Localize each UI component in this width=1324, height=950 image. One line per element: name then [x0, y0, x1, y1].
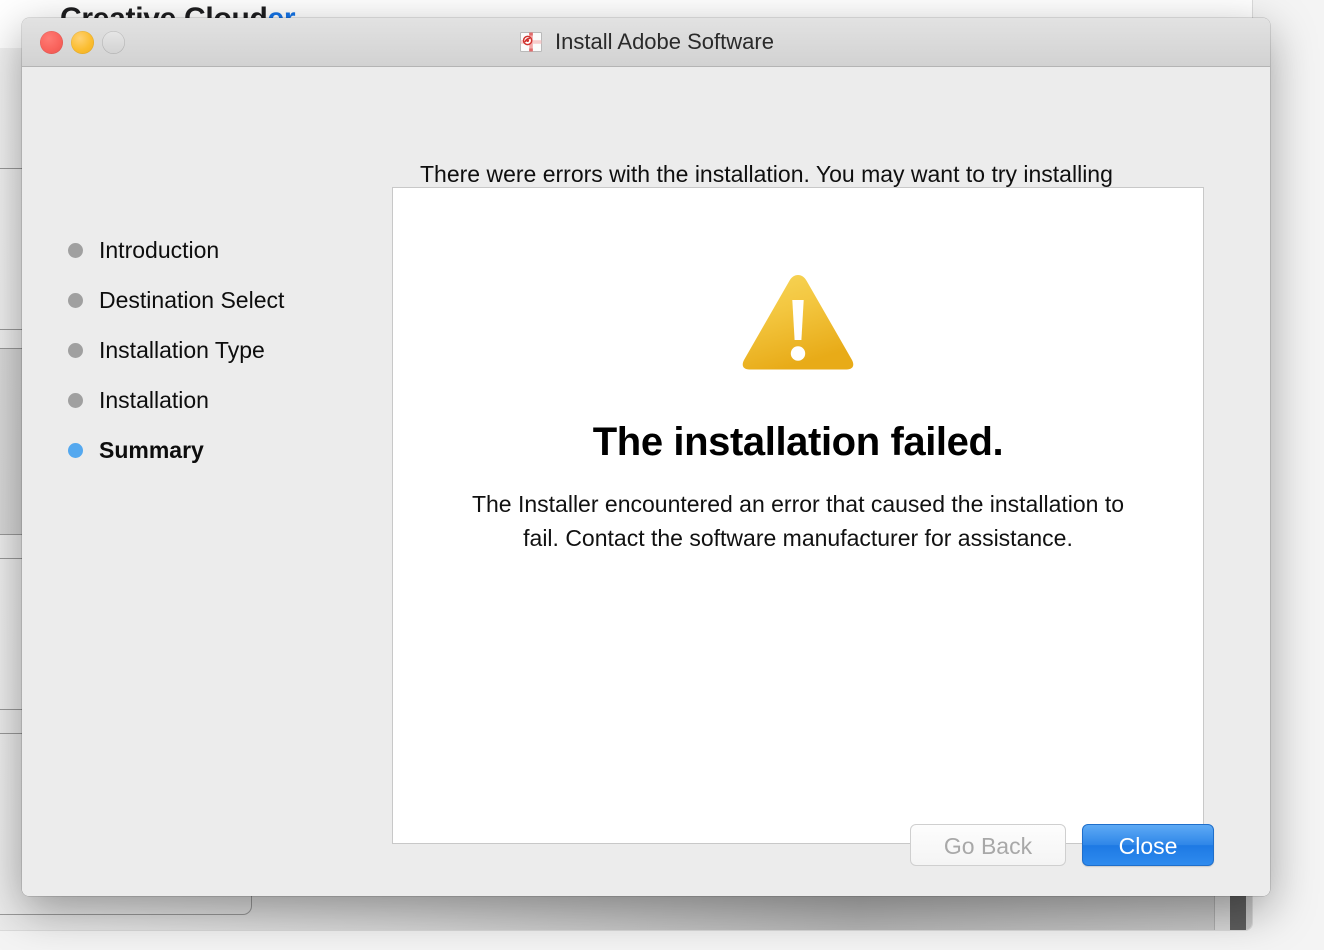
close-window-button[interactable]	[40, 30, 63, 54]
failure-description: The Installer encountered an error that …	[471, 491, 1125, 551]
window-title-group: Install Adobe Software	[518, 29, 774, 55]
sidebar-step-introduction: Introduction	[68, 225, 388, 275]
sidebar-step-label: Introduction	[99, 236, 220, 263]
step-dot-icon	[68, 392, 83, 408]
error-header-message: There were errors with the installation.…	[420, 161, 1113, 187]
step-dot-icon	[68, 342, 83, 358]
step-dot-icon	[68, 242, 83, 258]
sidebar-step-label: Destination Select	[99, 286, 285, 313]
window-controls	[40, 18, 125, 66]
sidebar-step-label: Summary	[99, 436, 204, 463]
dialog-button-bar: Go Back Close	[910, 824, 1214, 866]
warning-triangle-icon	[732, 262, 864, 378]
desktop-background: Creative Clouder	[0, 0, 1324, 950]
installer-body: There were errors with the installation.…	[22, 67, 1270, 896]
sidebar-step-summary: Summary	[68, 425, 388, 475]
window-title: Install Adobe Software	[555, 29, 774, 54]
sidebar-step-installation: Installation	[68, 375, 388, 425]
step-dot-icon-current	[68, 442, 83, 458]
close-button[interactable]: Close	[1082, 824, 1214, 866]
sidebar-step-installation-type: Installation Type	[68, 325, 388, 375]
install-adobe-software-window: Install Adobe Software There were errors…	[22, 18, 1270, 896]
failure-title: The installation failed.	[592, 420, 1004, 464]
minimize-window-button[interactable]	[71, 30, 94, 54]
go-back-button[interactable]: Go Back	[910, 824, 1066, 866]
window-titlebar[interactable]: Install Adobe Software	[22, 18, 1270, 67]
step-dot-icon	[68, 292, 83, 308]
sidebar-step-destination-select: Destination Select	[68, 275, 388, 325]
installer-step-list: Introduction Destination Select Installa…	[68, 225, 388, 475]
installer-package-icon	[518, 29, 544, 55]
sidebar-step-label: Installation	[99, 386, 209, 413]
installer-content-panel: The installation failed. The Installer e…	[392, 187, 1204, 844]
zoom-window-button[interactable]	[102, 30, 125, 54]
sidebar-step-label: Installation Type	[99, 336, 265, 363]
